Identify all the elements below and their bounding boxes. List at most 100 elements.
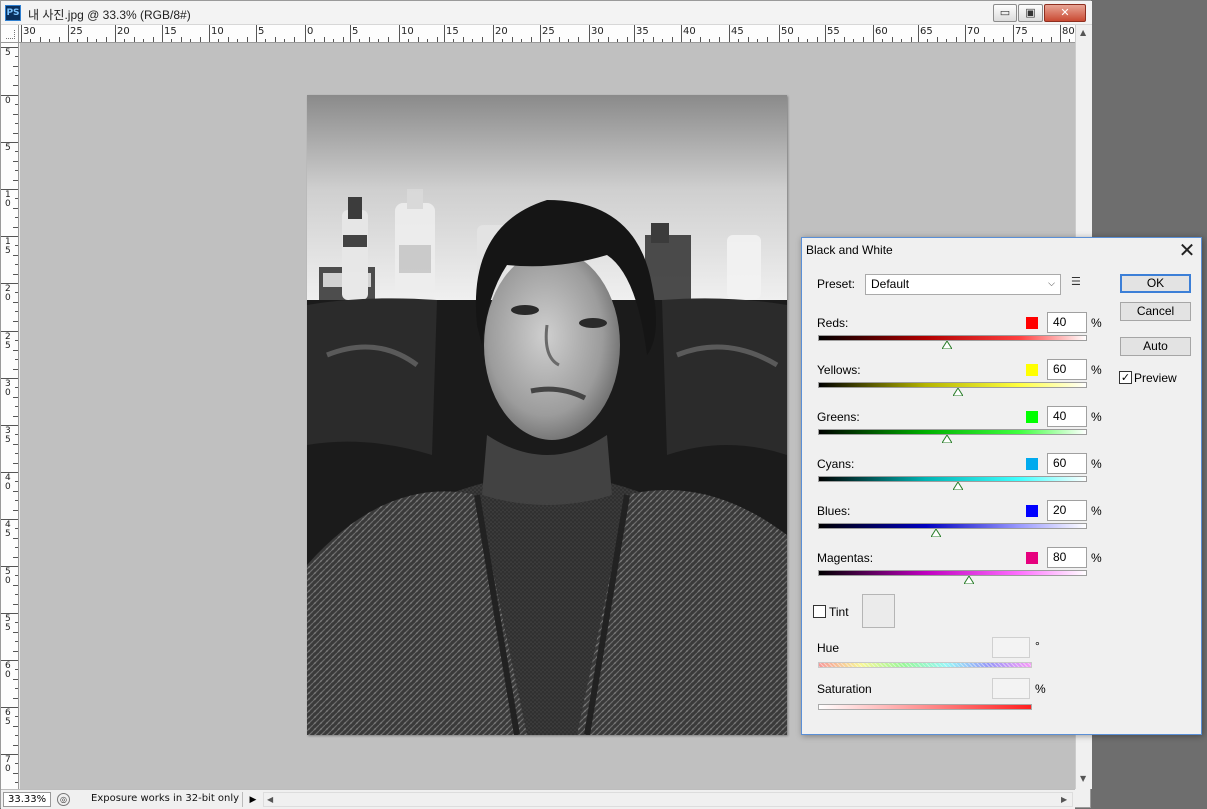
- ruler-minor-tick: [598, 39, 600, 42]
- ok-button[interactable]: OK: [1120, 274, 1191, 293]
- ruler-tick: [1060, 25, 1061, 42]
- ruler-minor-tick: [481, 37, 483, 42]
- ruler-minor-tick: [13, 396, 18, 398]
- cancel-button[interactable]: Cancel: [1120, 302, 1191, 321]
- ruler-minor-tick: [417, 37, 419, 42]
- ruler-minor-tick: [15, 688, 18, 690]
- ruler-minor-tick: [891, 37, 893, 42]
- preset-options-menu-icon[interactable]: ☰: [1071, 276, 1085, 290]
- ruler-minor-tick: [1050, 37, 1052, 42]
- ruler-minor-tick: [15, 716, 18, 718]
- horizontal-ruler-label: 30: [591, 26, 604, 37]
- ruler-minor-tick: [1069, 39, 1071, 42]
- ruler-minor-tick: [882, 39, 884, 42]
- color-swatch: [1026, 364, 1038, 376]
- slider-value-input[interactable]: 80: [1047, 547, 1087, 568]
- saturation-input[interactable]: [992, 678, 1030, 699]
- preview-checkbox[interactable]: ✓: [1119, 371, 1132, 384]
- ruler-minor-tick: [13, 678, 18, 680]
- percent-unit: %: [1091, 504, 1102, 518]
- slider-thumb-icon[interactable]: [942, 341, 953, 349]
- percent-unit: %: [1091, 410, 1102, 424]
- scroll-right-arrow-icon[interactable]: ▶: [1061, 795, 1067, 804]
- slider-thumb-icon[interactable]: [931, 529, 942, 537]
- horizontal-ruler-label: 5: [258, 26, 265, 37]
- dialog-title: Black and White: [806, 243, 893, 257]
- ruler-minor-tick: [13, 273, 18, 275]
- ruler-minor-tick: [15, 641, 18, 643]
- ruler-minor-tick: [15, 453, 18, 455]
- hue-input[interactable]: [992, 637, 1030, 658]
- scroll-up-arrow-icon[interactable]: ▲: [1080, 28, 1086, 37]
- ruler-minor-tick: [15, 151, 18, 153]
- color-slider-track[interactable]: [818, 523, 1087, 529]
- scroll-left-arrow-icon[interactable]: ◀: [267, 795, 273, 804]
- ruler-minor-tick: [617, 39, 619, 42]
- color-swatch: [1026, 411, 1038, 423]
- ruler-minor-tick: [718, 37, 720, 42]
- slider-thumb-icon[interactable]: [952, 482, 963, 490]
- status-bar: 33.33% ◎ Exposure works in 32-bit only ▶…: [1, 789, 1075, 809]
- ruler-minor-tick: [13, 84, 18, 86]
- tint-color-swatch[interactable]: [862, 594, 895, 628]
- ruler-minor-tick: [359, 39, 361, 42]
- ruler-tick: [399, 25, 400, 42]
- slider-thumb-icon[interactable]: [942, 435, 953, 443]
- close-window-button[interactable]: ✕: [1044, 4, 1086, 22]
- ruler-tick: [444, 25, 445, 42]
- vertical-ruler-label: 30: [5, 379, 11, 398]
- horizontal-ruler-label: 20: [117, 26, 130, 37]
- ruler-minor-tick: [408, 39, 410, 42]
- hue-slider-track[interactable]: [818, 662, 1032, 668]
- ruler-minor-tick: [472, 39, 474, 42]
- horizontal-ruler-label: 40: [683, 26, 696, 37]
- slider-value-input[interactable]: 60: [1047, 359, 1087, 380]
- auto-button[interactable]: Auto: [1120, 337, 1191, 356]
- status-menu-arrow-icon[interactable]: ▶: [247, 792, 259, 807]
- zoom-level-field[interactable]: 33.33%: [3, 792, 51, 807]
- slider-value-input[interactable]: 60: [1047, 453, 1087, 474]
- ruler-minor-tick: [180, 37, 182, 42]
- dialog-close-icon[interactable]: ✕: [1173, 239, 1201, 261]
- vertical-ruler-label: 35: [5, 426, 11, 445]
- horizontal-scrollbar[interactable]: ◀ ▶: [263, 792, 1073, 807]
- slider-thumb-icon[interactable]: [963, 576, 974, 584]
- slider-thumb-icon[interactable]: [952, 388, 963, 396]
- status-message: Exposure works in 32-bit only: [75, 792, 243, 807]
- slider-value-input[interactable]: 40: [1047, 312, 1087, 333]
- ruler-minor-tick: [568, 39, 570, 42]
- slider-value-input[interactable]: 20: [1047, 500, 1087, 521]
- ruler-minor-tick: [124, 39, 126, 42]
- slider-value-input[interactable]: 40: [1047, 406, 1087, 427]
- minimize-button[interactable]: ▭: [993, 4, 1017, 22]
- restore-button[interactable]: ▣: [1018, 4, 1043, 22]
- title-bar[interactable]: PS 내 사진.jpg @ 33.3% (RGB/8#) ▭ ▣ ✕: [1, 1, 1092, 25]
- ruler-origin[interactable]: [1, 25, 19, 43]
- preset-dropdown[interactable]: Default ⌵: [865, 274, 1061, 295]
- vertical-ruler[interactable]: 5 0 5 10 15 20 25 30 35 40 45 50 55 60 65 70: [1, 43, 19, 789]
- ruler-minor-tick: [15, 170, 18, 172]
- scroll-down-arrow-icon[interactable]: ▼: [1080, 774, 1086, 783]
- tint-checkbox[interactable]: [813, 605, 826, 618]
- status-info-icon[interactable]: ◎: [57, 793, 70, 806]
- ruler-minor-tick: [143, 39, 145, 42]
- saturation-percent-unit: %: [1035, 682, 1046, 696]
- ruler-tick: [209, 25, 210, 42]
- horizontal-ruler-label: 25: [70, 26, 83, 37]
- vertical-ruler-label: 40: [5, 473, 11, 492]
- vertical-ruler-label: 5: [5, 143, 11, 153]
- ruler-minor-tick: [13, 113, 18, 115]
- ruler-minor-tick: [77, 39, 79, 42]
- vertical-ruler-label: 65: [5, 708, 11, 727]
- ruler-minor-tick: [15, 123, 18, 125]
- horizontal-ruler-label: 10: [401, 26, 414, 37]
- color-slider-track[interactable]: [818, 429, 1087, 435]
- color-slider-track[interactable]: [818, 335, 1087, 341]
- ruler-minor-tick: [757, 39, 759, 42]
- saturation-slider-track[interactable]: [818, 704, 1032, 710]
- ruler-minor-tick: [652, 37, 654, 42]
- horizontal-ruler[interactable]: 30 25 20 15 10 5 0 5 10 15 20 25 30 35 40 45 50 55 60 65 70 7…: [19, 25, 1075, 43]
- ruler-tick: [825, 25, 826, 42]
- color-slider-track[interactable]: [818, 570, 1087, 576]
- ruler-minor-tick: [13, 179, 18, 181]
